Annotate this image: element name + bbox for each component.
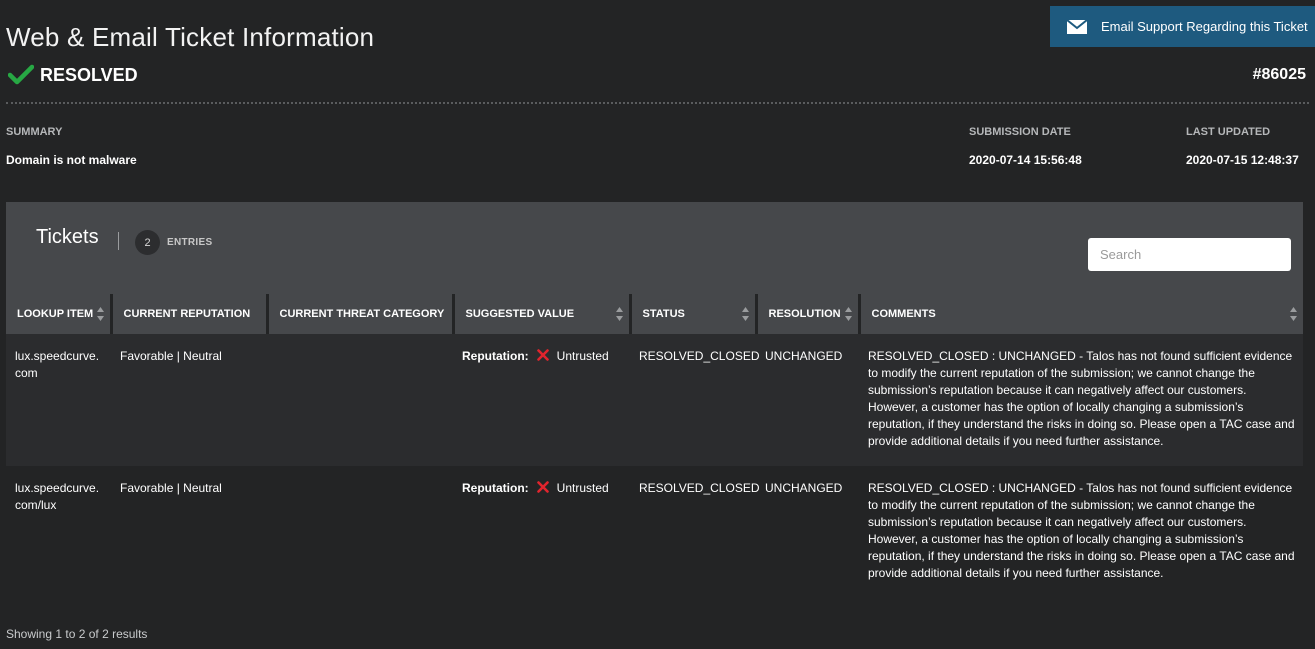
x-icon bbox=[536, 349, 549, 361]
tickets-title: Tickets bbox=[36, 226, 99, 248]
sort-icon[interactable] bbox=[844, 307, 852, 321]
column-header-suggested-value[interactable]: SUGGESTED VALUE bbox=[451, 294, 630, 334]
column-header-current-threat-category[interactable]: CURRENT THREAT CATEGORY bbox=[265, 294, 453, 334]
submission-date-label: SUBMISSION DATE bbox=[969, 126, 1071, 138]
checkmark-icon bbox=[8, 64, 34, 86]
results-info: Showing 1 to 2 of 2 results bbox=[6, 627, 148, 641]
search-input[interactable] bbox=[1088, 238, 1291, 271]
table-header-row: LOOKUP ITEM CURRENT REPUTATION CURRENT T… bbox=[6, 294, 1303, 334]
tickets-panel-header: Tickets 2 ENTRIES bbox=[6, 202, 1303, 294]
lookup-item-cell: lux.speedcurve. com/lux bbox=[6, 466, 111, 598]
sort-icon[interactable] bbox=[741, 307, 749, 321]
status-text: RESOLVED bbox=[40, 64, 138, 85]
suggested-value-cell: Reputation: Untrusted bbox=[453, 334, 630, 466]
email-support-button[interactable]: Email Support Regarding this Ticket bbox=[1050, 6, 1315, 47]
current-threat-category-cell bbox=[267, 466, 453, 598]
x-icon bbox=[536, 481, 549, 493]
comments-cell: RESOLVED_CLOSED : UNCHANGED - Talos has … bbox=[859, 334, 1303, 466]
status-cell: RESOLVED_CLOSED bbox=[630, 466, 760, 598]
summary-value: Domain is not malware bbox=[6, 153, 137, 167]
resolution-cell: UNCHANGED bbox=[756, 334, 859, 466]
sort-icon[interactable] bbox=[615, 307, 623, 321]
lookup-item-cell: lux.speedcurve. com bbox=[6, 334, 111, 466]
column-header-lookup-item[interactable]: LOOKUP ITEM bbox=[6, 294, 111, 334]
last-updated-label: LAST UPDATED bbox=[1186, 126, 1271, 138]
envelope-icon bbox=[1067, 19, 1087, 34]
column-header-status[interactable]: STATUS bbox=[628, 294, 756, 334]
current-threat-category-cell bbox=[267, 334, 453, 466]
column-header-current-reputation[interactable]: CURRENT REPUTATION bbox=[109, 294, 267, 334]
entries-label: ENTRIES bbox=[167, 237, 213, 248]
current-reputation-cell: Favorable | Neutral bbox=[111, 466, 267, 598]
submission-date-value: 2020-07-14 15:56:48 bbox=[969, 153, 1082, 167]
header-divider bbox=[6, 102, 1309, 104]
sort-icon[interactable] bbox=[1290, 307, 1297, 321]
ticket-page: Web & Email Ticket Information Email Sup… bbox=[0, 0, 1315, 649]
entries-count-badge: 2 bbox=[135, 230, 160, 255]
table-row: lux.speedcurve. com Favorable | Neutral R… bbox=[6, 334, 1303, 466]
email-support-button-label: Email Support Regarding this Ticket bbox=[1101, 19, 1308, 34]
current-reputation-cell: Favorable | Neutral bbox=[111, 334, 267, 466]
summary-label: SUMMARY bbox=[6, 126, 63, 138]
last-updated-value: 2020-07-15 12:48:37 bbox=[1186, 153, 1299, 167]
page-title: Web & Email Ticket Information bbox=[6, 22, 375, 52]
ticket-status: RESOLVED bbox=[8, 64, 138, 86]
sort-icon[interactable] bbox=[96, 307, 104, 321]
tickets-table: LOOKUP ITEM CURRENT REPUTATION CURRENT T… bbox=[6, 294, 1303, 598]
resolution-cell: UNCHANGED bbox=[756, 466, 859, 598]
title-separator bbox=[118, 232, 119, 250]
suggested-value-cell: Reputation: Untrusted bbox=[453, 466, 630, 598]
column-header-resolution[interactable]: RESOLUTION bbox=[754, 294, 859, 334]
column-header-comments[interactable]: COMMENTS bbox=[857, 294, 1303, 334]
table-row: lux.speedcurve. com/lux Favorable | Neutr… bbox=[6, 466, 1303, 598]
comments-cell: RESOLVED_CLOSED : UNCHANGED - Talos has … bbox=[859, 466, 1303, 598]
ticket-number: #86025 bbox=[1252, 66, 1306, 83]
status-cell: RESOLVED_CLOSED bbox=[630, 334, 760, 466]
